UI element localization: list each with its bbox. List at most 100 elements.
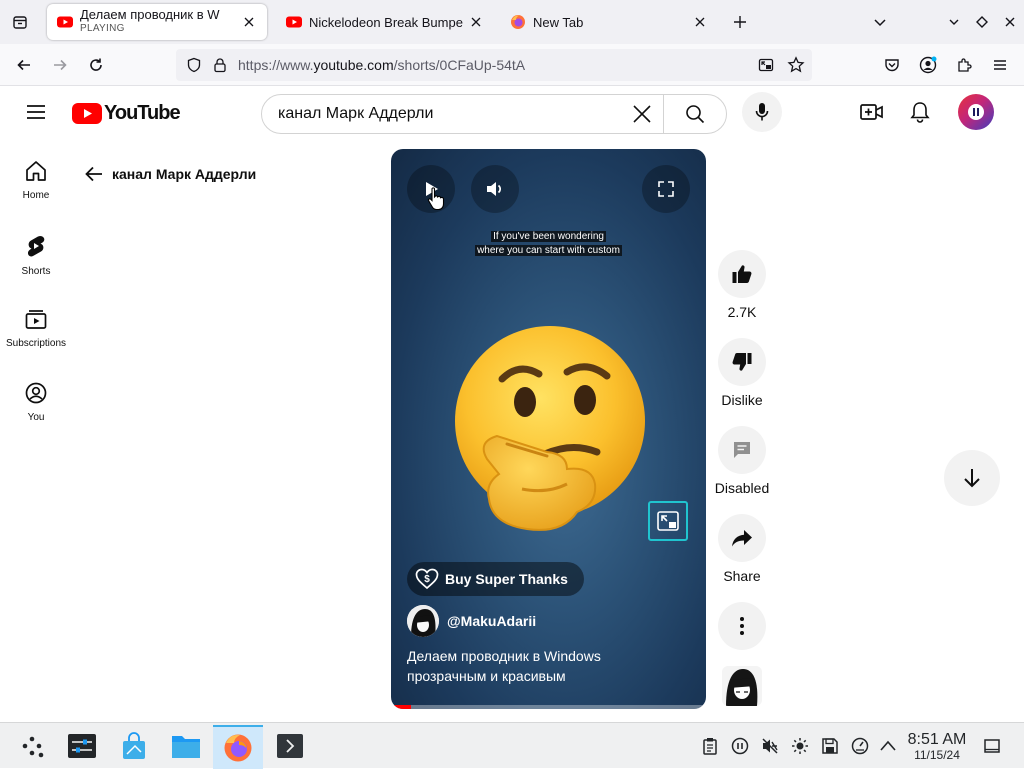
video-description[interactable]: Делаем проводник в Windows прозрачным и …	[407, 646, 601, 686]
channel-avatar-image	[407, 605, 439, 637]
forward-button[interactable]	[45, 50, 75, 80]
like-count: 2.7K	[727, 304, 757, 320]
clear-search-icon[interactable]	[632, 104, 652, 124]
back-arrow-button[interactable]	[84, 164, 106, 186]
picture-in-picture-icon[interactable]	[758, 57, 774, 73]
pocket-button[interactable]	[877, 50, 907, 80]
youtube-favicon-icon	[286, 16, 302, 28]
tab-title: Nickelodeon Break Bumpe	[309, 14, 463, 30]
sound-thumbnail[interactable]	[722, 666, 762, 706]
search-input[interactable]	[278, 103, 618, 125]
guide-menu-button[interactable]	[16, 92, 56, 132]
buy-super-thanks-button[interactable]: $ Buy Super Thanks	[407, 562, 584, 596]
share-button[interactable]: Share	[718, 514, 766, 584]
speedometer-tray-icon[interactable]	[850, 736, 870, 756]
taskbar-firefox-active[interactable]	[213, 725, 263, 769]
description-line-2: прозрачным и красивым	[407, 668, 566, 684]
caption-line-2: where you can start with custom	[391, 245, 706, 256]
voice-search-button[interactable]	[742, 92, 782, 132]
youtube-favicon-icon	[57, 16, 73, 28]
sidebar-item-subscriptions[interactable]: Subscriptions	[0, 308, 72, 378]
reload-icon	[90, 58, 102, 71]
close-tab-icon[interactable]	[241, 14, 257, 30]
youtube-logo-icon	[72, 103, 102, 124]
new-tab-button[interactable]	[726, 8, 754, 36]
mouse-cursor-icon	[427, 187, 445, 211]
maximize-window-icon[interactable]	[968, 8, 996, 36]
youtube-logo[interactable]: YouTube	[72, 102, 181, 125]
lock-icon[interactable]	[212, 57, 228, 73]
tracking-protection-shield-icon[interactable]	[186, 57, 202, 73]
subscriptions-icon	[25, 310, 47, 329]
shorts-video-player[interactable]: If you've been wondering where you can s…	[391, 149, 706, 709]
tab-nickelodeon[interactable]: Nickelodeon Break Bumpe	[276, 4, 494, 40]
volume-muted-tray-icon[interactable]	[760, 736, 780, 756]
video-progress-bar[interactable]	[391, 705, 706, 709]
firefox-icon	[224, 734, 252, 762]
save-disk-tray-icon[interactable]	[820, 736, 840, 756]
account-button[interactable]	[913, 50, 943, 80]
bookmark-star-icon[interactable]	[787, 56, 805, 74]
minimize-window-icon[interactable]	[940, 8, 968, 36]
show-hidden-tray-chevron-icon[interactable]	[878, 736, 898, 756]
next-video-button[interactable]	[944, 450, 1000, 506]
list-all-tabs-icon[interactable]	[6, 8, 34, 36]
url-bar[interactable]: https://www.youtube.com/shorts/0CFaUp-54…	[176, 49, 812, 81]
like-button[interactable]: 2.7K	[718, 250, 766, 320]
tab-title: Делаем проводник в Win	[80, 8, 220, 22]
dislike-circle[interactable]	[718, 338, 766, 386]
comments-button[interactable]: Disabled	[715, 426, 769, 496]
channel-handle[interactable]: @MakuAdarii	[447, 613, 536, 629]
app-menu-button[interactable]	[985, 50, 1015, 80]
create-button[interactable]	[852, 92, 892, 132]
comments-circle[interactable]	[718, 426, 766, 474]
tab-overflow-chevron-icon[interactable]	[866, 8, 894, 36]
tab-active-video[interactable]: Делаем проводник в Win PLAYING	[47, 4, 267, 40]
fullscreen-button[interactable]	[642, 165, 690, 213]
sidebar-item-home[interactable]: Home	[0, 160, 72, 230]
mute-button[interactable]	[471, 165, 519, 213]
miniplayer-button[interactable]	[648, 501, 688, 541]
brightness-tray-icon[interactable]	[790, 736, 810, 756]
close-window-icon[interactable]	[996, 8, 1024, 36]
clipboard-tray-icon[interactable]	[700, 736, 720, 756]
description-line-1: Делаем проводник в Windows	[407, 648, 601, 664]
search-icon[interactable]	[685, 104, 705, 124]
clock[interactable]: 8:51 AM 11/15/24	[904, 731, 970, 762]
extensions-button[interactable]	[949, 50, 979, 80]
avatar[interactable]	[958, 94, 994, 130]
tab-new-tab[interactable]: New Tab	[500, 4, 718, 40]
channel-avatar[interactable]	[407, 605, 439, 637]
taskbar: 8:51 AM 11/15/24	[0, 722, 1024, 769]
reload-button[interactable]	[81, 50, 111, 80]
url-prefix: https://www.	[238, 57, 314, 73]
show-desktop-icon[interactable]	[982, 736, 1002, 756]
taskbar-discover[interactable]	[117, 729, 151, 763]
shopping-bag-icon	[123, 732, 145, 759]
like-circle[interactable]	[718, 250, 766, 298]
you-icon	[25, 382, 47, 404]
media-player-tray-icon[interactable]	[730, 736, 750, 756]
notifications-button[interactable]	[900, 92, 940, 132]
taskbar-system-settings[interactable]	[65, 729, 99, 763]
app-launcher-button[interactable]	[16, 729, 50, 763]
comment-icon	[734, 442, 750, 458]
sidebar-item-you[interactable]: You	[0, 382, 72, 452]
more-actions-button[interactable]	[718, 602, 766, 650]
back-button[interactable]	[9, 50, 39, 80]
dislike-button[interactable]: Dislike	[718, 338, 766, 408]
taskbar-terminal[interactable]	[273, 729, 307, 763]
share-circle[interactable]	[718, 514, 766, 562]
url-text[interactable]: https://www.youtube.com/shorts/0CFaUp-54…	[238, 57, 525, 73]
close-tab-icon[interactable]	[468, 14, 484, 30]
svg-text:$: $	[424, 574, 430, 585]
more-circle[interactable]	[718, 602, 766, 650]
caption-text: If you've been wondering	[491, 231, 606, 242]
hamburger-menu-icon	[27, 105, 45, 119]
sidebar-item-label: Shorts	[21, 266, 51, 277]
close-tab-icon[interactable]	[692, 14, 708, 30]
taskbar-file-manager[interactable]	[169, 729, 203, 763]
browser-tab-strip: Делаем проводник в Win PLAYING Nickelode…	[0, 0, 1024, 44]
miniplayer-icon	[657, 511, 679, 531]
sidebar-item-shorts[interactable]: Shorts	[0, 234, 72, 304]
